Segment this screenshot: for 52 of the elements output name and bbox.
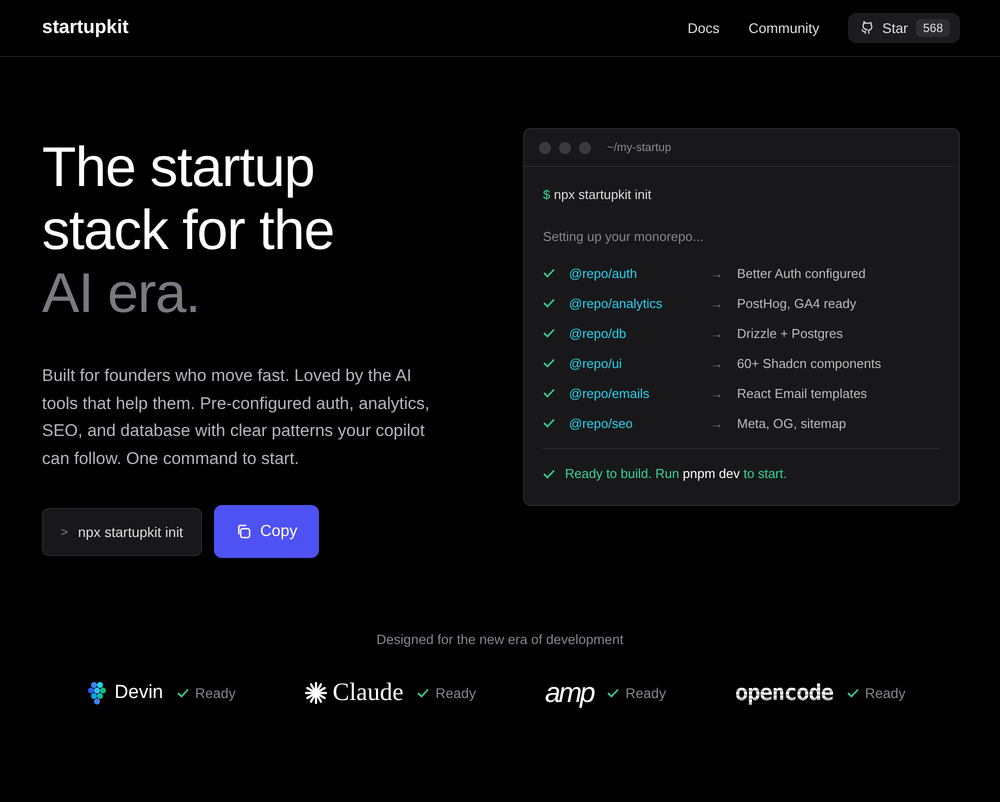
starburst-icon [304,682,327,704]
package-name: @repo/emails [569,386,650,400]
package-name: @repo/seo [569,416,634,430]
package-result: PostHog, GA4 ready [737,296,858,310]
check-icon [177,688,190,698]
check-icon [607,688,620,698]
ready-status: Ready [625,685,666,701]
arrow: → [710,416,724,430]
nav-link[interactable]: Docs [688,20,720,36]
package-result: React Email templates [737,386,868,400]
command-field[interactable]: > npx startupkit init [42,508,202,556]
section-caption: Designed for the new era of development [376,632,624,647]
package-name: @repo/analytics [569,296,664,310]
tool-logo: amp [545,677,594,709]
package-name: @repo/auth [569,266,638,280]
github-icon [860,21,874,35]
package-result: Drizzle + Postgres [737,326,844,340]
nav-link[interactable]: Community [748,20,820,36]
package-result: Meta, OG, sitemap [737,416,848,430]
package-result: Better Auth configured [737,266,867,280]
hero-description: Built for founders who move fast. Loved by the AI tools that help them. Pre-configured auth, analytics, SEO, and database with clear patterns your copilot can follow. One command to start. [42,365,430,470]
copy-button[interactable]: Copy [214,505,320,558]
status-message: Ready to build. Run pnpm dev to start. [565,466,787,481]
check-icon [846,688,859,698]
check-icon [543,468,555,478]
arrow: → [710,266,724,280]
brand-logo[interactable]: startupkit [42,17,129,39]
headline-highlight: AI era. [42,261,201,324]
arrow: → [710,296,724,310]
tool-logo: Devin [114,682,164,704]
window-dot [559,142,571,154]
terminal-command: $ npx startupkit init [543,187,652,202]
ready-status: Ready [195,685,236,701]
window-dot [579,142,591,154]
progress-text: Setting up your monorepo... [543,229,704,244]
terminal-title: ~/my-startup [607,142,672,154]
arrow: → [710,386,724,400]
tool-logo: Claude [332,679,404,707]
window-dot [539,142,551,154]
copy-icon [236,524,252,539]
check-icon [417,688,430,698]
github-star-button[interactable]: Star 568 [848,13,960,43]
ready-status: Ready [864,685,906,701]
ready-status: Ready [435,685,476,701]
tool-logo: opencode [735,680,833,706]
package-result: 60+ Shadcn components [737,356,882,370]
arrow: → [710,326,724,340]
package-name: @repo/db [569,326,628,340]
package-name: @repo/ui [569,356,623,370]
headline: The startup stack for the [42,135,336,261]
star-count: 568 [916,19,950,37]
arrow: → [710,356,724,370]
